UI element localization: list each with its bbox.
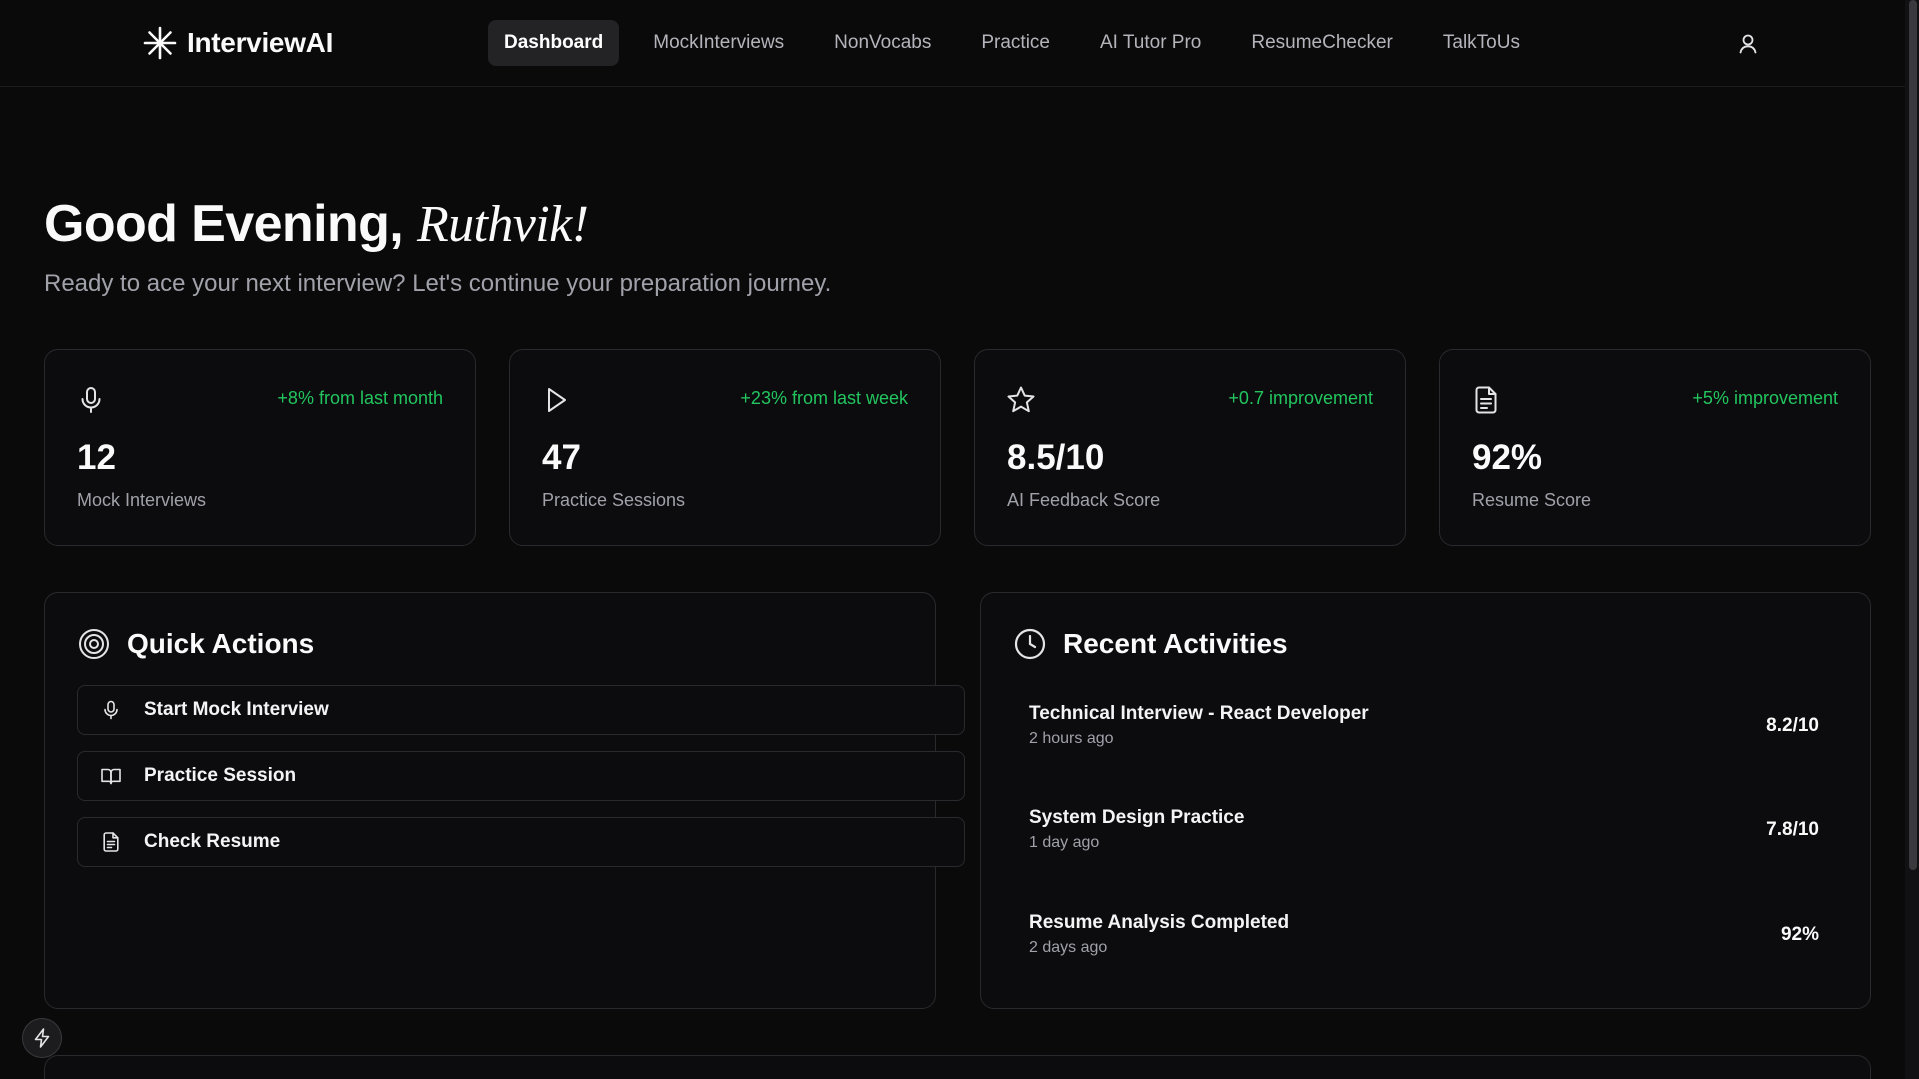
brand-name: InterviewAI [187,27,334,58]
stat-value: 8.5/10 [1007,438,1105,477]
stat-label: Resume Score [1472,490,1592,510]
stat-label: AI Feedback Score [1007,490,1161,510]
stat-trend: +8% from last month [277,388,443,408]
recent-activities-panel: Recent Activities Technical Interview - … [980,592,1871,1009]
stat-value: 12 [77,438,116,477]
nav-nonvocabs[interactable]: NonVocabs [818,20,947,66]
activity-title: Technical Interview - React Developer [1029,703,1369,724]
check-resume-button[interactable]: Check Resume [77,817,965,867]
scrollbar-thumb[interactable] [1909,0,1917,870]
sparkle-logo-icon [143,26,177,60]
activity-score: 7.8/10 [1766,819,1819,840]
nav-resume-checker[interactable]: ResumeChecker [1235,20,1409,66]
stat-trend: +23% from last week [740,388,908,408]
quick-actions-header: Quick Actions [77,626,314,662]
activity-item[interactable]: Resume Analysis Completed 2 days ago 92% [1029,912,1819,972]
nav-dashboard[interactable]: Dashboard [488,20,620,66]
document-icon [103,832,119,852]
target-icon [79,629,109,659]
quick-launch-button[interactable] [22,1018,62,1058]
clock-icon [1014,628,1046,660]
user-icon [1739,34,1757,54]
greeting-subtitle: Ready to ace your next interview? Let's … [44,270,832,297]
activity-title: System Design Practice [1029,807,1245,828]
stat-value: 47 [542,438,581,477]
microphone-icon [104,700,118,720]
nav-talk-to-us[interactable]: TalkToUs [1427,20,1536,66]
nav-practice[interactable]: Practice [965,20,1066,66]
stat-card-mock-interviews[interactable]: +8% from last month 12 Mock Interviews [44,349,476,546]
star-icon [1007,386,1035,413]
activity-time: 2 days ago [1029,939,1108,956]
stat-trend: +5% improvement [1692,388,1838,408]
qa-label: Check Resume [144,831,281,852]
stat-card-resume-score[interactable]: +5% improvement 92% Resume Score [1439,349,1871,546]
stat-card-practice-sessions[interactable]: +23% from last week 47 Practice Sessions [509,349,941,546]
activity-time: 2 hours ago [1029,730,1114,747]
qa-label: Practice Session [144,765,297,786]
top-navbar: InterviewAI Dashboard MockInterviews Non… [0,0,1919,87]
bottom-section-card [44,1055,1871,1079]
greeting-heading: Good Evening, Ruthvik! [44,194,589,254]
recent-activities-title: Recent Activities [1063,628,1288,659]
scrollbar-track[interactable] [1905,0,1919,1079]
activity-time: 1 day ago [1029,834,1100,851]
quick-actions-panel: Quick Actions Start Mock Interview Pract… [44,592,965,1009]
document-icon [1475,386,1497,414]
quick-actions-title: Quick Actions [127,628,315,659]
play-icon [548,388,566,412]
greeting-prefix: Good Evening, [44,195,417,253]
book-icon [101,768,121,785]
stat-label: Practice Sessions [542,490,686,510]
activity-item[interactable]: Technical Interview - React Developer 2 … [1029,703,1819,763]
activity-score: 92% [1780,924,1819,945]
practice-session-button[interactable]: Practice Session [77,751,965,801]
greeting-user-name: Ruthvik! [416,196,589,253]
activity-title: Resume Analysis Completed [1029,912,1290,933]
brand[interactable]: InterviewAI [142,24,333,62]
stat-card-ai-feedback-score[interactable]: +0.7 improvement 8.5/10 AI Feedback Scor… [974,349,1406,546]
user-profile-button[interactable] [1734,30,1762,58]
stat-label: Mock Interviews [77,490,207,510]
lightning-icon [34,1028,50,1048]
nav-mock-interviews[interactable]: MockInterviews [637,20,800,66]
nav-ai-tutor-pro[interactable]: AI Tutor Pro [1084,20,1217,66]
stat-trend: +0.7 improvement [1228,388,1373,408]
start-mock-interview-button[interactable]: Start Mock Interview [77,685,965,735]
activity-score: 8.2/10 [1766,715,1819,736]
recent-activities-header: Recent Activities [1013,626,1288,662]
dashboard-page: InterviewAI Dashboard MockInterviews Non… [0,0,1919,1079]
stat-value: 92% [1472,438,1543,477]
activity-item[interactable]: System Design Practice 1 day ago 7.8/10 [1029,807,1819,867]
microphone-icon [81,387,101,413]
main-nav: Dashboard MockInterviews NonVocabs Pract… [488,20,1536,66]
qa-label: Start Mock Interview [144,699,329,720]
